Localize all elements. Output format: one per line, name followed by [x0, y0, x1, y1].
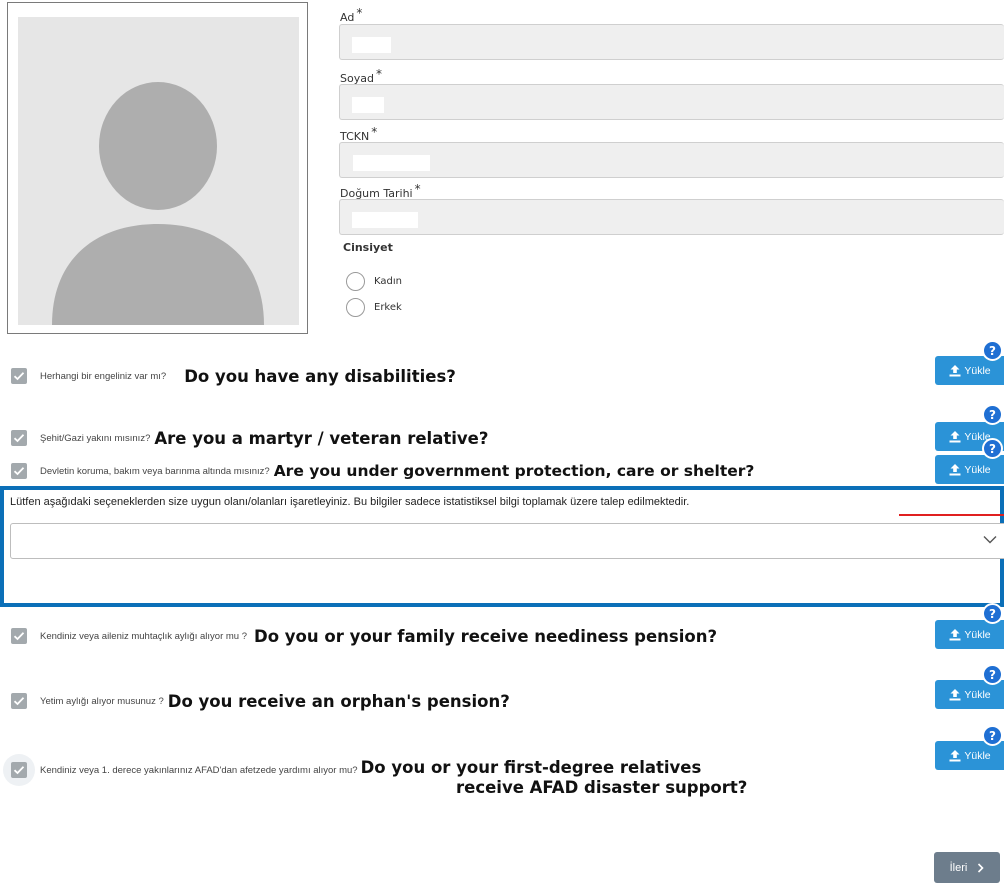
- checkmark-icon: [13, 697, 25, 706]
- statistics-select[interactable]: [10, 523, 1004, 559]
- next-button[interactable]: İleri: [934, 852, 1000, 883]
- question-translation: Do you or your family receive neediness …: [254, 626, 718, 646]
- upload-icon: [949, 629, 961, 641]
- gender-title: Cinsiyet: [343, 241, 393, 254]
- redacted-value: [352, 212, 418, 228]
- checkbox[interactable]: [11, 368, 27, 384]
- question-label: Şehit/Gazi yakını mısınız?: [40, 432, 151, 444]
- help-icon[interactable]: ?: [982, 664, 1003, 685]
- radio-label: Erkek: [374, 301, 402, 313]
- upload-button[interactable]: Yükle: [935, 620, 1004, 649]
- question-translation: Are you under government protection, car…: [273, 462, 755, 480]
- statistics-prompt: Lütfen aşağıdaki seçeneklerden size uygu…: [10, 496, 690, 508]
- radio-button[interactable]: [346, 271, 365, 291]
- surname-input[interactable]: [339, 84, 1004, 120]
- redacted-value: [353, 155, 430, 171]
- question-label: Kendiniz veya 1. derece yakınlarınız AFA…: [40, 764, 358, 776]
- birthdate-input[interactable]: [339, 199, 1004, 235]
- checkmark-icon: [13, 766, 25, 775]
- question-translation: Are you a martyr / veteran relative?: [154, 428, 489, 448]
- chevron-right-icon: [978, 862, 984, 873]
- question-label: Devletin koruma, bakım veya barınma altı…: [40, 465, 270, 477]
- question-translation: Do you have any disabilities?: [184, 366, 456, 386]
- annotation-line: [899, 514, 1004, 516]
- question-martyr-veteran: Şehit/Gazi yakını mısınız? Are you a mar…: [11, 424, 488, 452]
- statistics-section: Lütfen aşağıdaki seçeneklerden size uygu…: [0, 486, 1004, 607]
- person-silhouette-icon: [52, 82, 264, 325]
- checkbox[interactable]: [11, 762, 27, 778]
- radio-label: Kadın: [374, 275, 402, 287]
- question-translation: Do you or your first-degree relatives: [360, 757, 702, 777]
- next-label: İleri: [949, 861, 968, 874]
- question-label: Kendiniz veya aileniz muhtaçlık aylığı a…: [40, 630, 247, 642]
- upload-button[interactable]: Yükle: [935, 455, 1004, 484]
- redacted-value: [352, 97, 384, 113]
- checkbox[interactable]: [11, 430, 27, 446]
- upload-icon: [949, 431, 961, 443]
- help-icon[interactable]: ?: [982, 404, 1003, 425]
- radio-button[interactable]: [346, 297, 365, 317]
- checkbox[interactable]: [11, 628, 27, 644]
- question-translation: Do you receive an orphan's pension?: [167, 691, 510, 711]
- help-icon[interactable]: ?: [982, 725, 1003, 746]
- upload-icon: [949, 464, 961, 476]
- help-icon[interactable]: ?: [982, 438, 1003, 459]
- surname-label: Soyad *: [340, 67, 382, 85]
- tckn-input[interactable]: [339, 142, 1004, 178]
- redacted-value: [352, 37, 391, 53]
- question-neediness-pension: Kendiniz veya aileniz muhtaçlık aylığı a…: [11, 622, 717, 650]
- checkmark-icon: [13, 434, 25, 443]
- profile-photo-frame[interactable]: [7, 2, 308, 334]
- gender-option-male[interactable]: Erkek: [346, 297, 402, 317]
- tckn-label: TCKN *: [340, 125, 378, 143]
- question-orphan-pension: Yetim aylığı alıyor musunuz ? Do you rec…: [11, 687, 510, 715]
- upload-icon: [949, 365, 961, 377]
- birthdate-label: Doğum Tarihi *: [340, 182, 421, 200]
- name-label: Ad *: [340, 6, 363, 24]
- upload-icon: [949, 750, 961, 762]
- question-disability: Herhangi bir engeliniz var mı? Do you ha…: [11, 362, 456, 390]
- question-label: Herhangi bir engeliniz var mı?: [40, 370, 167, 382]
- help-icon[interactable]: ?: [982, 340, 1003, 361]
- chevron-down-icon: [983, 536, 997, 544]
- checkmark-icon: [13, 467, 25, 476]
- avatar-placeholder: [18, 17, 299, 325]
- help-icon[interactable]: ?: [982, 603, 1003, 624]
- checkmark-icon: [13, 372, 25, 381]
- gender-option-female[interactable]: Kadın: [346, 271, 402, 291]
- question-translation-line2: receive AFAD disaster support?: [456, 778, 748, 797]
- question-label: Yetim aylığı alıyor musunuz ?: [40, 695, 164, 707]
- name-input[interactable]: [339, 24, 1004, 60]
- checkbox[interactable]: [11, 693, 27, 709]
- checkbox[interactable]: [11, 463, 27, 479]
- checkmark-icon: [13, 632, 25, 641]
- question-government-protection: Devletin koruma, bakım veya barınma altı…: [11, 457, 754, 485]
- upload-icon: [949, 689, 961, 701]
